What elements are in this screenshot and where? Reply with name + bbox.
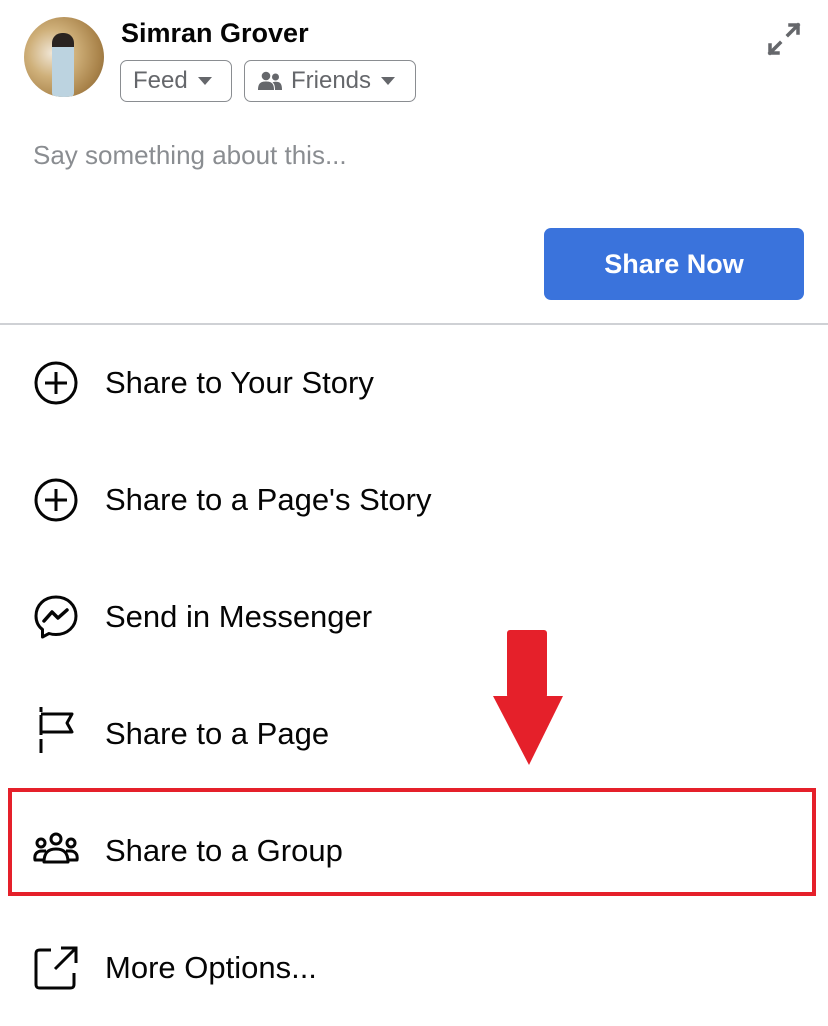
- menu-item-share-to-group[interactable]: Share to a Group: [0, 792, 828, 909]
- menu-item-label: Share to a Page's Story: [105, 481, 432, 517]
- menu-item-send-in-messenger[interactable]: Send in Messenger: [0, 558, 828, 675]
- friends-icon: [258, 71, 282, 90]
- menu-item-share-to-page-story[interactable]: Share to a Page's Story: [0, 441, 828, 558]
- messenger-icon: [34, 595, 78, 639]
- profile-avatar[interactable]: [24, 17, 104, 97]
- menu-item-label: Share to a Group: [105, 832, 343, 868]
- menu-item-label: Send in Messenger: [105, 598, 373, 634]
- external-share-icon: [34, 946, 78, 990]
- menu-item-label: Share to Your Story: [105, 364, 374, 400]
- menu-item-share-to-page[interactable]: Share to a Page: [0, 675, 828, 792]
- feed-selector-label: Feed: [133, 67, 188, 94]
- feed-selector[interactable]: Feed: [120, 60, 232, 102]
- menu-item-label: More Options...: [105, 949, 317, 985]
- menu-item-share-to-your-story[interactable]: Share to Your Story: [0, 324, 828, 441]
- privacy-selector-label: Friends: [291, 67, 372, 94]
- caret-down-icon: [381, 77, 396, 85]
- plus-circle-icon: [34, 478, 78, 522]
- group-icon: [33, 832, 79, 864]
- plus-circle-icon: [34, 361, 78, 405]
- menu-item-more-options[interactable]: More Options...: [0, 909, 828, 1026]
- user-name: Simran Grover: [121, 18, 309, 48]
- flag-icon: [39, 707, 74, 753]
- privacy-selector[interactable]: Friends: [244, 60, 416, 102]
- avatar-photo: [52, 33, 74, 97]
- menu-item-label: Share to a Page: [105, 715, 330, 751]
- caret-down-icon: [197, 77, 212, 85]
- post-text-input[interactable]: [33, 140, 793, 171]
- expand-icon[interactable]: [766, 22, 802, 56]
- share-now-button[interactable]: Share Now: [544, 228, 804, 300]
